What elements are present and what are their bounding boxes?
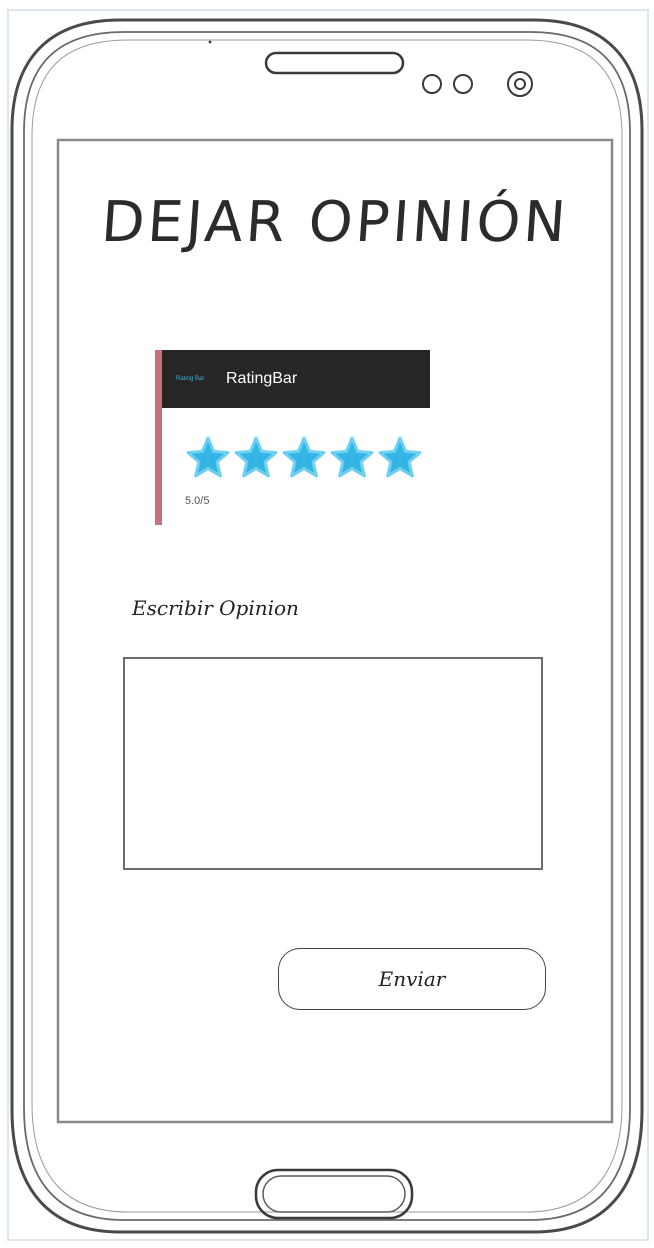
- rating-accent-bar: [155, 350, 162, 525]
- star-icon[interactable]: [281, 435, 327, 481]
- opinion-textarea[interactable]: [123, 657, 543, 870]
- star-icon[interactable]: [185, 435, 231, 481]
- rating-stars[interactable]: [185, 435, 423, 481]
- opinion-label: Escribir Opinion: [132, 596, 299, 620]
- send-button[interactable]: Enviar: [278, 948, 546, 1010]
- rating-value: 5.0/5: [185, 495, 210, 507]
- star-icon[interactable]: [329, 435, 375, 481]
- rating-header: Rating Bar RatingBar: [162, 350, 430, 408]
- phone-frame: [7, 9, 649, 1241]
- rating-title: RatingBar: [226, 370, 298, 387]
- phone-mockup: DEJAR OPINIÓN Rating Bar RatingBar 5.0/5…: [0, 0, 654, 1248]
- rating-small-label: Rating Bar: [176, 376, 205, 382]
- star-icon[interactable]: [377, 435, 423, 481]
- star-icon[interactable]: [233, 435, 279, 481]
- page-title: DEJAR OPINIÓN: [99, 190, 571, 255]
- send-button-label: Enviar: [378, 967, 446, 991]
- rating-bar-widget: Rating Bar RatingBar 5.0/5: [155, 350, 430, 525]
